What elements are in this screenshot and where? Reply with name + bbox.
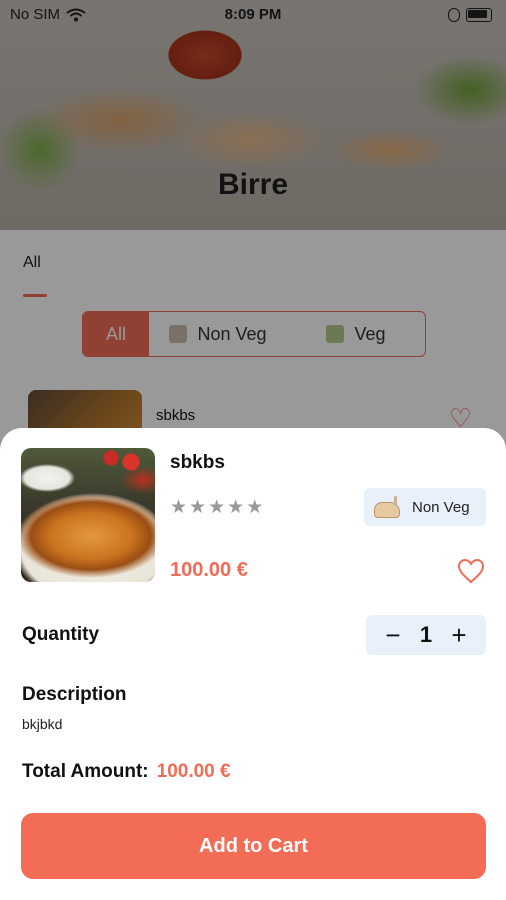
star-icon: ★ bbox=[246, 497, 264, 518]
product-price: 100.00 € bbox=[170, 559, 248, 581]
star-icon: ★ bbox=[170, 497, 188, 518]
favorite-heart-icon[interactable] bbox=[457, 558, 485, 584]
total-amount-label: Total Amount: bbox=[22, 761, 149, 782]
description-text: bkjbkd bbox=[22, 716, 63, 732]
rating-stars: ★ ★ ★ ★ ★ bbox=[170, 498, 263, 517]
star-icon: ★ bbox=[189, 497, 207, 518]
product-name: sbkbs bbox=[170, 452, 225, 473]
food-type-badge: Non Veg bbox=[364, 488, 486, 526]
decrease-quantity-button[interactable]: − bbox=[382, 622, 404, 648]
star-icon: ★ bbox=[227, 497, 245, 518]
food-type-label: Non Veg bbox=[412, 498, 470, 516]
total-amount-row: Total Amount: 100.00 € bbox=[22, 761, 231, 783]
increase-quantity-button[interactable]: + bbox=[448, 622, 470, 648]
quantity-label: Quantity bbox=[22, 624, 100, 645]
product-sheet: sbkbs ★ ★ ★ ★ ★ Non Veg 100.00 € Quantity − … bbox=[0, 428, 506, 900]
add-to-cart-button[interactable]: Add to Cart bbox=[21, 813, 486, 879]
quantity-stepper: − 1 + bbox=[366, 615, 486, 655]
quantity-value: 1 bbox=[419, 622, 433, 647]
non-veg-icon bbox=[372, 496, 402, 518]
total-amount-value: 100.00 € bbox=[156, 761, 231, 782]
product-image bbox=[21, 448, 155, 582]
description-title: Description bbox=[22, 684, 127, 705]
star-icon: ★ bbox=[208, 497, 226, 518]
